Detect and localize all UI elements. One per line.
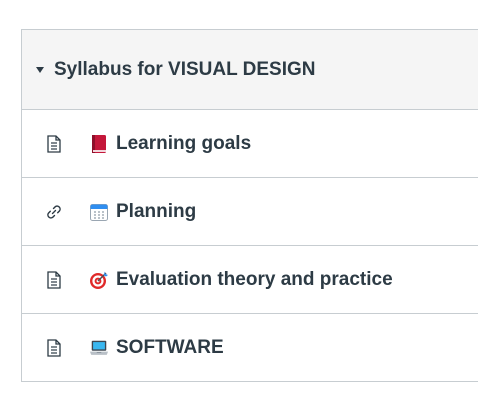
module-item-planning[interactable]: Planning	[22, 178, 478, 246]
dart-target-icon	[89, 270, 109, 290]
module-title: Syllabus for VISUAL DESIGN	[54, 58, 316, 80]
module-item-title[interactable]: Planning	[116, 201, 196, 223]
module-item-title[interactable]: SOFTWARE	[116, 337, 224, 359]
page-icon	[44, 270, 64, 290]
module-item-software[interactable]: SOFTWARE	[22, 314, 478, 382]
module-item-title[interactable]: Learning goals	[116, 133, 251, 155]
module-item-evaluation[interactable]: Evaluation theory and practice	[22, 246, 478, 314]
page-icon	[44, 134, 64, 154]
module-syllabus: Syllabus for VISUAL DESIGN Learning goal…	[21, 29, 478, 382]
laptop-icon	[89, 338, 109, 358]
calendar-icon	[89, 202, 109, 222]
module-item-title[interactable]: Evaluation theory and practice	[116, 269, 393, 291]
page-icon	[44, 338, 64, 358]
module-header[interactable]: Syllabus for VISUAL DESIGN	[22, 30, 478, 110]
caret-down-icon[interactable]	[36, 66, 44, 73]
module-item-learning-goals[interactable]: Learning goals	[22, 110, 478, 178]
link-icon	[44, 202, 64, 222]
closed-book-icon	[89, 134, 109, 154]
